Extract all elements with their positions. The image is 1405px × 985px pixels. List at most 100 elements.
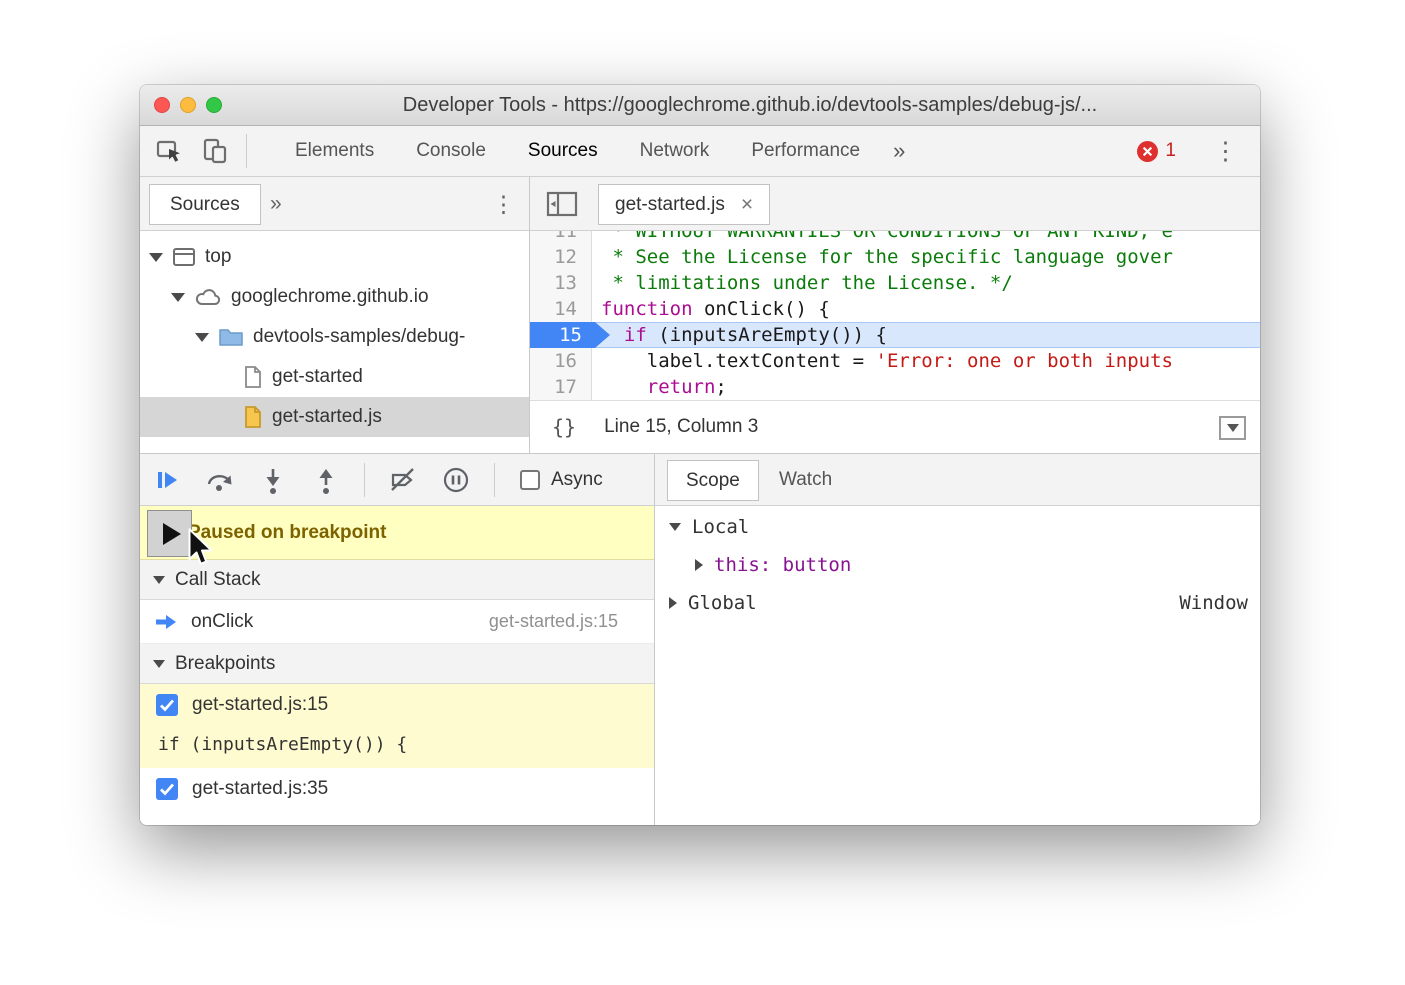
close-tab-icon[interactable]: × <box>741 193 753 217</box>
tree-item-get-started[interactable]: get-started <box>140 357 529 397</box>
code-line[interactable]: 15 if (inputsAreEmpty()) { <box>530 322 1260 348</box>
editor-tabstrip: get-started.js × <box>530 177 1260 231</box>
scope-global-label: Global <box>688 592 757 614</box>
zoom-button[interactable] <box>206 97 222 113</box>
tree-item-label: get-started.js <box>272 406 382 428</box>
code-line[interactable]: 11 * WITHOUT WARRANTIES OR CONDITIONS OF… <box>530 231 1260 244</box>
breakpoints-header[interactable]: Breakpoints <box>140 644 654 684</box>
code-line[interactable]: 16 label.textContent = 'Error: one or bo… <box>530 348 1260 374</box>
code-text: * limitations under the License. */ <box>592 270 1013 296</box>
code-line[interactable]: 12 * See the License for the specific la… <box>530 244 1260 270</box>
frame-name: onClick <box>191 611 253 633</box>
scope-section-local[interactable]: Local <box>655 508 1260 546</box>
toolbar-divider <box>364 463 365 497</box>
scope-tabstrip: Scope Watch <box>655 454 1260 506</box>
tree-item-folder[interactable]: devtools-samples/debug- <box>140 317 529 357</box>
paused-message-bar: Paused on breakpoint <box>140 506 654 560</box>
toggle-navigator-icon[interactable] <box>542 187 582 221</box>
line-number[interactable]: 15 <box>530 322 610 348</box>
pause-on-exceptions-icon[interactable] <box>441 465 471 495</box>
debugger-pane: Async Paused on breakpoint Call Stack on… <box>140 454 655 825</box>
tab-elements[interactable]: Elements <box>274 126 395 176</box>
file-icon <box>243 365 263 389</box>
scope-entry-this[interactable]: this: button <box>655 546 1260 584</box>
line-number[interactable]: 11 <box>530 231 592 244</box>
tab-watch[interactable]: Watch <box>769 454 842 506</box>
tab-scope[interactable]: Scope <box>667 460 759 501</box>
property-value: button <box>783 554 852 576</box>
code-line[interactable]: 14function onClick() { <box>530 296 1260 322</box>
step-out-icon[interactable] <box>311 465 341 495</box>
breakpoint-entry[interactable]: get-started.js:35 <box>140 768 654 812</box>
error-badge[interactable]: 1 <box>1137 126 1176 176</box>
scope-global-value: Window <box>1179 592 1248 614</box>
debugger-region: Async Paused on breakpoint Call Stack on… <box>140 453 1260 825</box>
cloud-icon <box>194 287 222 307</box>
code-text: * WITHOUT WARRANTIES OR CONDITIONS OF AN… <box>592 231 1173 244</box>
breakpoint-checkbox[interactable] <box>156 778 178 800</box>
line-number[interactable]: 12 <box>530 244 592 270</box>
error-icon <box>1137 141 1158 162</box>
collapse-arrow-icon[interactable] <box>153 576 165 584</box>
code-area[interactable]: 11 * WITHOUT WARRANTIES OR CONDITIONS OF… <box>530 231 1260 400</box>
tab-network[interactable]: Network <box>619 126 731 176</box>
tree-item-get-started-js[interactable]: get-started.js <box>140 397 529 437</box>
call-stack-header[interactable]: Call Stack <box>140 560 654 600</box>
breakpoint-label: get-started.js:35 <box>192 778 328 800</box>
breakpoint-label: get-started.js:15 <box>192 694 328 716</box>
line-number[interactable]: 17 <box>530 374 592 400</box>
async-label[interactable]: Async <box>551 469 603 491</box>
pretty-print-icon[interactable]: {} <box>552 415 576 439</box>
collapse-arrow-icon[interactable] <box>153 660 165 668</box>
scope-local-label: Local <box>692 516 749 538</box>
tab-console[interactable]: Console <box>395 126 507 176</box>
more-tabs-icon[interactable]: » <box>881 138 917 164</box>
device-toolbar-icon[interactable] <box>200 136 230 166</box>
step-into-icon[interactable] <box>258 465 288 495</box>
editor-tab-label: get-started.js <box>615 194 725 216</box>
breakpoint-checkbox[interactable] <box>156 694 178 716</box>
step-over-icon[interactable] <box>205 465 235 495</box>
main-menu-icon[interactable]: ⋮ <box>1203 126 1248 176</box>
frame-icon <box>172 247 196 267</box>
tree-item-domain[interactable]: googlechrome.github.io <box>140 277 529 317</box>
code-line[interactable]: 13 * limitations under the License. */ <box>530 270 1260 296</box>
titlebar: Developer Tools - https://googlechrome.g… <box>140 85 1260 126</box>
code-text: function onClick() { <box>592 296 830 322</box>
breakpoint-code[interactable]: if (inputsAreEmpty()) { <box>140 726 654 768</box>
expand-arrow-icon[interactable] <box>695 559 703 571</box>
deactivate-breakpoints-icon[interactable] <box>388 465 418 495</box>
scope-pane: Scope Watch Local this: button Global Wi… <box>655 454 1260 825</box>
code-lines: 11 * WITHOUT WARRANTIES OR CONDITIONS OF… <box>530 231 1260 400</box>
call-stack-frame[interactable]: onClick get-started.js:15 <box>140 600 654 644</box>
minimize-button[interactable] <box>180 97 196 113</box>
code-line[interactable]: 17 return; <box>530 374 1260 400</box>
tab-sources[interactable]: Sources <box>507 126 619 176</box>
navigator-menu-icon[interactable]: ⋮ <box>492 177 515 231</box>
navigator-tab-sources[interactable]: Sources <box>149 184 261 225</box>
expand-arrow-icon[interactable] <box>669 597 677 609</box>
inspect-element-icon[interactable] <box>154 136 184 166</box>
panel-expand-icon[interactable] <box>1219 416 1246 440</box>
line-number[interactable]: 14 <box>530 296 592 322</box>
code-text: label.textContent = 'Error: one or both … <box>592 348 1173 374</box>
editor-tab-get-started-js[interactable]: get-started.js × <box>598 184 770 225</box>
file-tree: top googlechrome.github.io devtools-samp… <box>140 237 529 437</box>
tree-item-top[interactable]: top <box>140 237 529 277</box>
close-button[interactable] <box>154 97 170 113</box>
line-number[interactable]: 16 <box>530 348 592 374</box>
expand-arrow-icon[interactable] <box>149 253 163 262</box>
resume-script-icon[interactable] <box>152 465 182 495</box>
breakpoints-title: Breakpoints <box>175 653 275 675</box>
navigator-more-tabs-icon[interactable]: » <box>270 177 282 231</box>
expand-arrow-icon[interactable] <box>171 293 185 302</box>
property-separator: : <box>760 554 783 576</box>
tab-performance[interactable]: Performance <box>730 126 881 176</box>
async-checkbox[interactable] <box>520 470 540 490</box>
breakpoint-entry[interactable]: get-started.js:15 if (inputsAreEmpty()) … <box>140 684 654 768</box>
current-frame-arrow-icon <box>154 612 178 632</box>
collapse-arrow-icon[interactable] <box>669 523 681 531</box>
scope-section-global[interactable]: Global Window <box>655 584 1260 622</box>
line-number[interactable]: 13 <box>530 270 592 296</box>
expand-arrow-icon[interactable] <box>195 333 209 342</box>
